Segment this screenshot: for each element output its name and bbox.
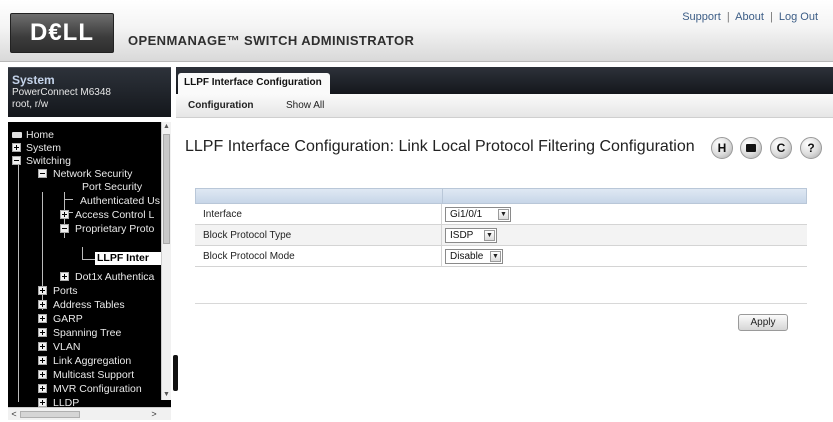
scroll-thumb[interactable] bbox=[163, 134, 170, 244]
scroll-thumb[interactable] bbox=[20, 411, 80, 418]
tree-item-label: Home bbox=[26, 129, 55, 141]
scroll-left-icon[interactable]: < bbox=[9, 409, 19, 419]
tree-item-label: Spanning Tree bbox=[53, 327, 122, 339]
tree-item-label: Port Security bbox=[82, 181, 143, 193]
collapse-minus-icon[interactable] bbox=[12, 156, 21, 165]
navigation-tree: Home System Switching Network Security P… bbox=[8, 122, 171, 420]
form-divider bbox=[195, 303, 807, 304]
interface-select[interactable]: Gi1/0/1 ▼ bbox=[445, 207, 511, 222]
column-divider bbox=[441, 246, 442, 266]
tree-item-label: Access Control L bbox=[75, 209, 155, 221]
interface-select-value: Gi1/0/1 bbox=[450, 209, 483, 220]
print-icon[interactable] bbox=[740, 137, 762, 159]
about-link[interactable]: About bbox=[735, 11, 764, 23]
tree-item-llpf-interface[interactable]: LLPF Inter bbox=[95, 252, 161, 265]
scroll-down-icon[interactable]: ▼ bbox=[162, 390, 171, 400]
scroll-right-icon[interactable]: > bbox=[149, 409, 159, 419]
tree-item-label: System bbox=[26, 142, 62, 154]
tree-item-label: Switching bbox=[26, 155, 71, 167]
chevron-down-icon[interactable]: ▼ bbox=[498, 209, 509, 220]
column-divider bbox=[441, 204, 442, 224]
system-model: PowerConnect M6348 bbox=[12, 87, 111, 98]
table-row-block-protocol-mode: Block Protocol Mode Disable ▼ bbox=[195, 246, 807, 267]
tree-connector bbox=[82, 247, 83, 259]
block-protocol-mode-value: Disable bbox=[450, 251, 484, 262]
tree-horizontal-scrollbar[interactable]: < > bbox=[8, 407, 171, 420]
tree-item-label: Address Tables bbox=[53, 299, 125, 311]
tree-item-label: Ports bbox=[53, 285, 78, 297]
tree-item-label: VLAN bbox=[53, 341, 81, 353]
tree-item-label: Dot1x Authentica bbox=[75, 271, 155, 283]
tree-connector bbox=[64, 199, 73, 200]
tree-item-label: Network Security bbox=[53, 168, 133, 180]
table-header bbox=[195, 188, 807, 204]
tree-item-label: GARP bbox=[53, 313, 83, 325]
expand-plus-icon[interactable] bbox=[38, 398, 47, 407]
home-icon bbox=[12, 132, 22, 138]
link-separator: | bbox=[726, 11, 730, 23]
panel-splitter-handle[interactable] bbox=[173, 355, 178, 391]
system-user: root, r/w bbox=[12, 99, 49, 110]
chevron-down-icon[interactable]: ▼ bbox=[484, 230, 495, 241]
help-icon[interactable]: ? bbox=[800, 137, 822, 159]
block-protocol-mode-label: Block Protocol Mode bbox=[203, 251, 295, 262]
save-icon[interactable]: H bbox=[711, 137, 733, 159]
expand-plus-icon[interactable] bbox=[38, 314, 47, 323]
tree-item-label: Link Aggregation bbox=[53, 355, 132, 367]
support-link[interactable]: Support bbox=[682, 11, 721, 23]
column-divider bbox=[441, 225, 442, 245]
tree-item-label: Proprietary Proto bbox=[75, 223, 155, 235]
tree-vertical-scrollbar[interactable]: ▲ ▼ bbox=[161, 122, 171, 400]
tab-llpf-interface-configuration[interactable]: LLPF Interface Configuration bbox=[178, 73, 330, 94]
header-bar: D€LL OPENMANAGE™ SWITCH ADMINISTRATOR Su… bbox=[0, 0, 833, 62]
table-row-interface: Interface Gi1/0/1 ▼ bbox=[195, 204, 807, 225]
expand-plus-icon[interactable] bbox=[60, 272, 69, 281]
expand-plus-icon[interactable] bbox=[12, 143, 21, 152]
block-protocol-type-value: ISDP bbox=[450, 230, 474, 241]
tab-bar: LLPF Interface Configuration bbox=[176, 67, 833, 94]
apply-button[interactable]: Apply bbox=[738, 314, 788, 331]
refresh-icon[interactable]: C bbox=[770, 137, 792, 159]
block-protocol-mode-select[interactable]: Disable ▼ bbox=[445, 249, 503, 264]
tree-item-label: MVR Configuration bbox=[53, 383, 142, 395]
expand-plus-icon[interactable] bbox=[38, 300, 47, 309]
subtab-configuration[interactable]: Configuration bbox=[188, 100, 254, 111]
expand-plus-icon[interactable] bbox=[38, 370, 47, 379]
expand-plus-icon[interactable] bbox=[38, 356, 47, 365]
collapse-minus-icon[interactable] bbox=[38, 169, 47, 178]
top-links: Support | About | Log Out bbox=[682, 11, 818, 23]
dell-logo: D€LL bbox=[10, 13, 114, 53]
chevron-down-icon[interactable]: ▼ bbox=[490, 251, 501, 262]
expand-plus-icon[interactable] bbox=[38, 342, 47, 351]
expand-plus-icon[interactable] bbox=[38, 384, 47, 393]
app-title: OPENMANAGE™ SWITCH ADMINISTRATOR bbox=[128, 33, 415, 48]
tree-item-label: Multicast Support bbox=[53, 369, 135, 381]
scroll-up-icon[interactable]: ▲ bbox=[162, 122, 171, 132]
collapse-minus-icon[interactable] bbox=[60, 224, 69, 233]
interface-label: Interface bbox=[203, 209, 242, 220]
llpf-config-table: Interface Gi1/0/1 ▼ Block Protocol Type … bbox=[195, 188, 807, 272]
expand-plus-icon[interactable] bbox=[60, 210, 69, 219]
tree-connector bbox=[82, 259, 95, 260]
logout-link[interactable]: Log Out bbox=[779, 11, 818, 23]
block-protocol-type-label: Block Protocol Type bbox=[203, 230, 292, 241]
subtab-bar: Configuration Show All bbox=[176, 94, 833, 118]
expand-plus-icon[interactable] bbox=[38, 328, 47, 337]
tree-item-label: Authenticated Us bbox=[80, 195, 160, 207]
page-title: LLPF Interface Configuration: Link Local… bbox=[185, 138, 695, 155]
subtab-show-all[interactable]: Show All bbox=[286, 100, 324, 111]
system-info-panel: System PowerConnect M6348 root, r/w bbox=[8, 67, 171, 117]
expand-plus-icon[interactable] bbox=[38, 286, 47, 295]
table-row-block-protocol-type: Block Protocol Type ISDP ▼ bbox=[195, 225, 807, 246]
printer-glyph bbox=[746, 144, 756, 152]
tree-connector bbox=[18, 162, 19, 402]
block-protocol-type-select[interactable]: ISDP ▼ bbox=[445, 228, 497, 243]
system-title[interactable]: System bbox=[12, 73, 55, 87]
column-divider bbox=[442, 189, 443, 204]
link-separator: | bbox=[769, 11, 773, 23]
